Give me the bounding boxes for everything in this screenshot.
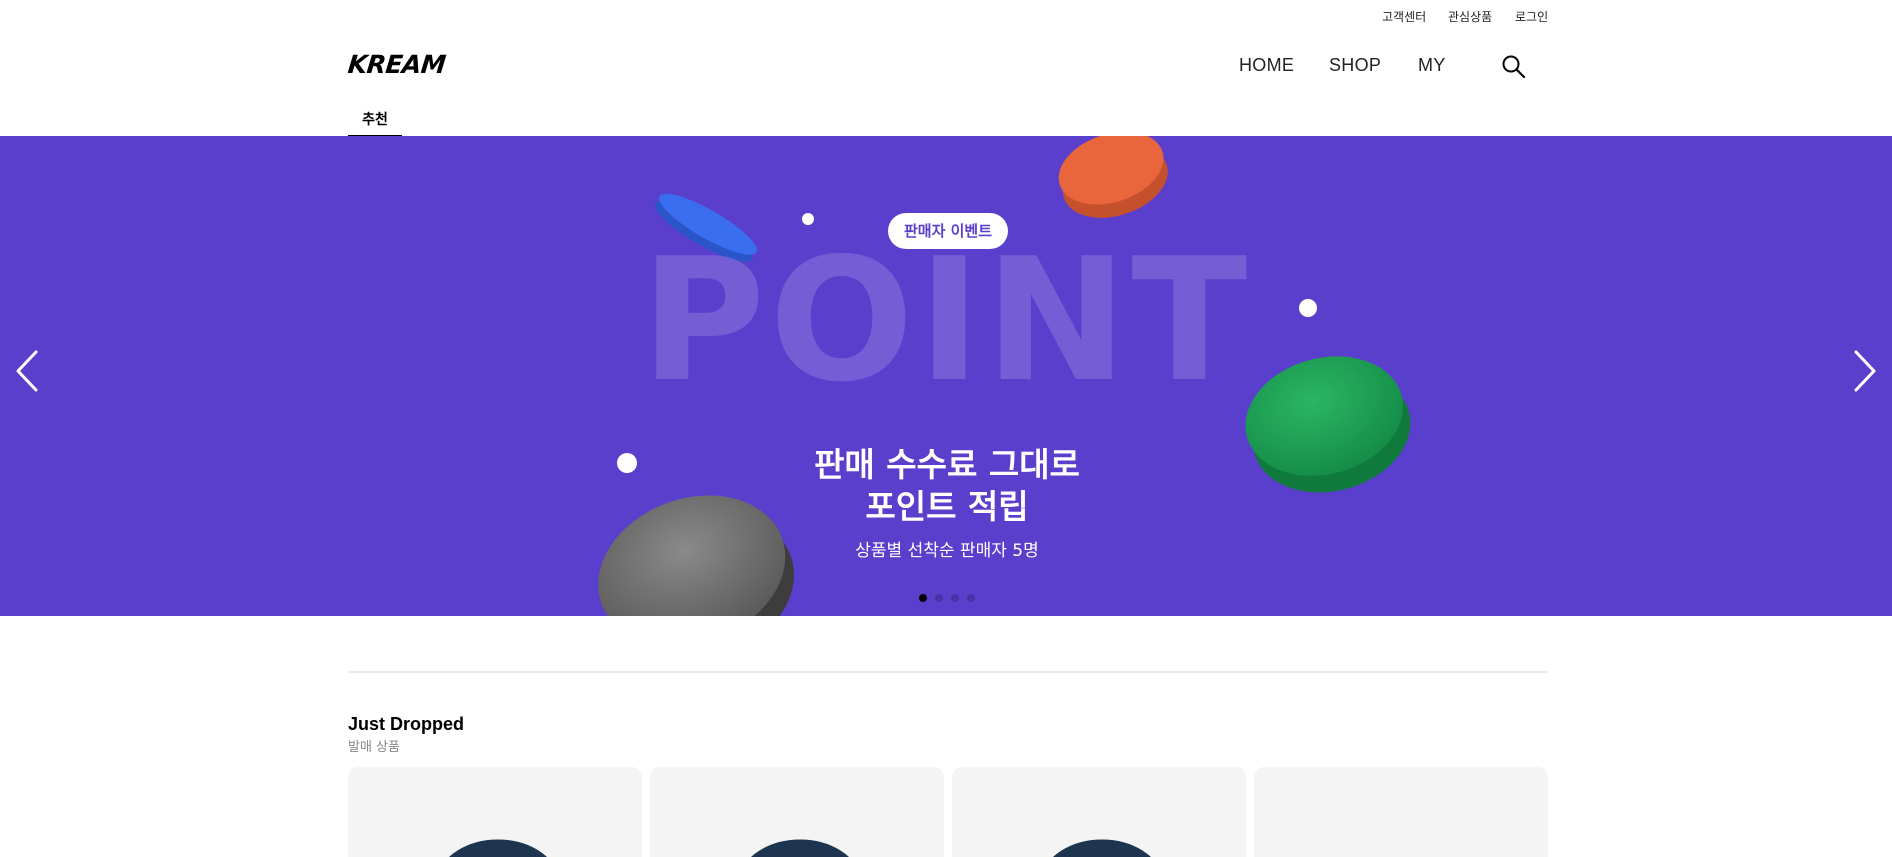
chevron-left-icon <box>16 350 38 392</box>
login-link[interactable]: 로그인 <box>1515 8 1548 25</box>
seller-event-badge: 판매자 이벤트 <box>888 213 1008 249</box>
section-divider <box>348 671 1548 673</box>
slide-dot-4[interactable] <box>967 594 975 602</box>
slide-dot-3[interactable] <box>951 594 959 602</box>
utility-bar: 고객센터 관심상품 로그인 <box>0 8 1892 26</box>
nav-my[interactable]: MY <box>1418 55 1446 76</box>
hero-banner[interactable]: POINT 판매자 이벤트 판매 수수료 그대로 포인트 적립 상품별 선착순 … <box>0 136 1892 616</box>
logo[interactable]: KREAM <box>346 50 446 79</box>
headline-line-2: 포인트 적립 <box>865 487 1029 526</box>
search-icon <box>1502 55 1526 79</box>
customer-center-link[interactable]: 고객센터 <box>1382 8 1426 25</box>
chevron-right-icon <box>1854 350 1876 392</box>
section-title: Just Dropped <box>348 714 465 734</box>
watch-band-image <box>449 839 547 857</box>
watch-band-image <box>1053 839 1151 857</box>
product-card[interactable] <box>348 767 642 857</box>
product-card[interactable] <box>952 767 1246 857</box>
banner-subtitle: 상품별 선착순 판매자 5명 <box>855 541 1039 561</box>
search-button[interactable] <box>1500 53 1528 81</box>
orange-disc-shape <box>1058 136 1168 218</box>
nav-home[interactable]: HOME <box>1239 55 1294 76</box>
section-subtitle: 발매 상품 <box>348 740 400 755</box>
tab-recommend[interactable]: 추천 <box>348 104 402 137</box>
nav-shop[interactable]: SHOP <box>1329 55 1381 76</box>
green-disc-shape <box>1245 356 1411 493</box>
product-card[interactable] <box>1254 767 1548 857</box>
watch-band-image <box>751 839 849 857</box>
slide-dot-1[interactable] <box>919 594 927 602</box>
prev-slide-button[interactable] <box>6 341 46 401</box>
slide-dot-2[interactable] <box>935 594 943 602</box>
banner-headline: 판매 수수료 그대로 포인트 적립 <box>747 444 1147 528</box>
wishlist-link[interactable]: 관심상품 <box>1448 8 1492 25</box>
next-slide-button[interactable] <box>1846 341 1886 401</box>
headline-line-1: 판매 수수료 그대로 <box>814 445 1080 484</box>
product-card[interactable] <box>650 767 944 857</box>
point-watermark: POINT <box>640 222 1252 420</box>
